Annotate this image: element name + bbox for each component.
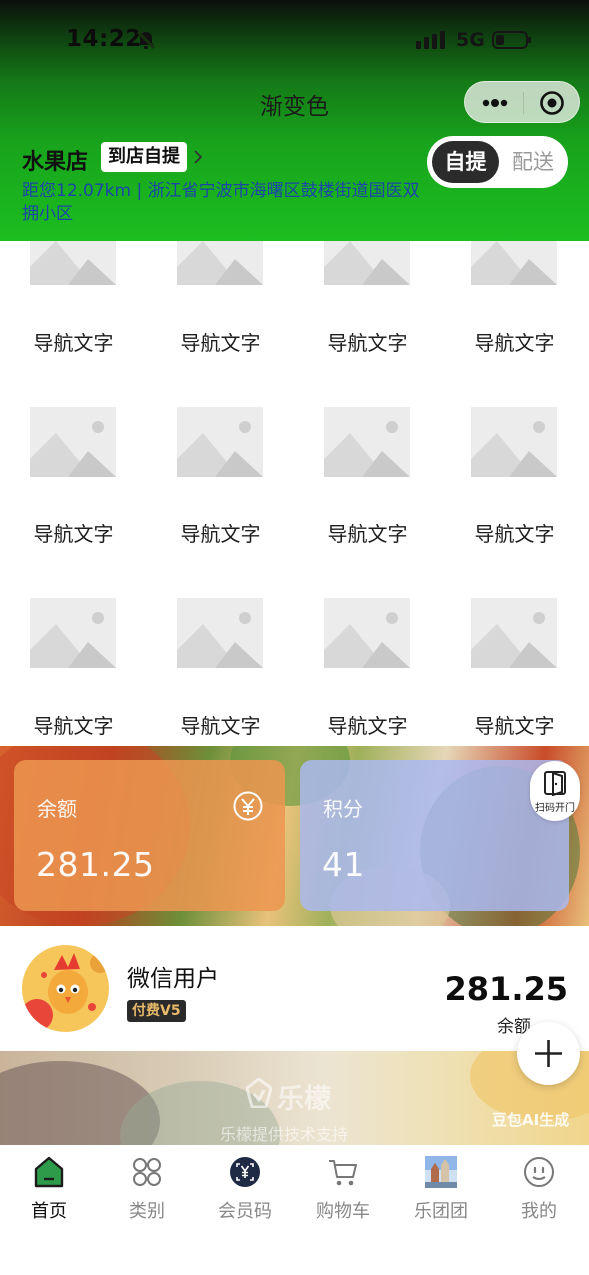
nav-grid-label: 导航文字 <box>180 714 261 738</box>
group-icon <box>425 1156 457 1188</box>
nav-grid-label: 导航文字 <box>33 714 114 738</box>
tab-label: 购物车 <box>316 1201 370 1222</box>
avatar-image <box>22 945 109 1032</box>
user-name[interactable]: 微信用户 <box>127 959 219 993</box>
vip-level-badge: 付费V5 <box>127 1000 186 1022</box>
home-icon <box>34 1156 64 1188</box>
tab-category[interactable]: 类别 <box>98 1145 196 1235</box>
image-placeholder-icon <box>471 598 557 668</box>
door-icon <box>544 771 566 796</box>
member-cards-banner: 余额 281.25 积分 41 <box>0 746 589 926</box>
store-name[interactable]: 水果店 <box>22 144 88 176</box>
mode-pickup[interactable]: 自提 <box>432 141 499 183</box>
tab-home[interactable]: 首页 <box>0 1145 98 1235</box>
pickup-badge[interactable]: 到店自提 <box>101 142 187 172</box>
tab-cart[interactable]: 购物车 <box>294 1145 392 1235</box>
member-code-icon <box>230 1157 260 1187</box>
tab-group[interactable]: 乐团团 <box>392 1145 490 1235</box>
user-balance-value[interactable]: 281.25 <box>445 970 568 1008</box>
image-placeholder-icon <box>324 598 410 668</box>
yen-icon <box>233 791 263 821</box>
tab-member-code[interactable]: 会员码 <box>196 1145 294 1235</box>
nav-grid-item[interactable]: 导航文字 <box>294 241 441 746</box>
mini-program-capsule <box>464 81 580 123</box>
nav-grid-item[interactable]: 导航文字 <box>147 241 294 746</box>
nav-grid-label: 导航文字 <box>327 714 408 738</box>
tab-label: 类别 <box>129 1201 165 1222</box>
image-placeholder-icon <box>30 598 116 668</box>
tab-label: 会员码 <box>218 1201 272 1222</box>
add-floating-button[interactable] <box>517 1022 580 1085</box>
scan-open-door-button[interactable]: 扫码开门 <box>530 761 580 821</box>
more-icon[interactable] <box>481 94 509 112</box>
nav-grid-item[interactable]: 导航文字 <box>0 241 147 746</box>
image-placeholder-icon <box>177 598 263 668</box>
delivery-mode-toggle[interactable]: 自提 配送 <box>427 136 568 188</box>
cart-icon <box>329 1160 357 1186</box>
bell-muted-icon <box>136 30 156 50</box>
chevron-right-icon[interactable] <box>193 150 203 164</box>
scan-open-door-label: 扫码开门 <box>535 803 575 814</box>
plus-icon <box>535 1040 562 1067</box>
user-info-row: 微信用户 付费V5 281.25 余额 <box>0 926 589 1051</box>
nav-grid-item[interactable]: 导航文字 <box>441 241 588 746</box>
network-label: 5G <box>456 29 485 51</box>
nav-grid: 导航文字 导航文字 导航文字 导航文字 导航文字 导航文字 导航文字 导航文字 导航文字 导航文字… <box>0 241 589 746</box>
points-card[interactable]: 积分 41 <box>300 760 569 911</box>
brand-logo: 乐檬 <box>246 1076 346 1115</box>
points-card-value: 41 <box>322 845 365 884</box>
close-target-icon[interactable] <box>539 90 565 116</box>
capsule-divider <box>523 92 524 114</box>
battery-icon <box>492 31 531 49</box>
ai-generated-label: 豆包AI生成 <box>492 1111 570 1129</box>
brand-support-text: 乐檬提供技术支持 <box>220 1125 349 1144</box>
profile-icon <box>524 1157 554 1187</box>
nav-grid-label: 导航文字 <box>474 714 555 738</box>
tab-label: 首页 <box>31 1201 67 1222</box>
lemon-logo-icon <box>246 1078 272 1108</box>
header: 14:22 5G 渐变色 水果店 到店自提 距您12.07km | 浙江省宁波市… <box>0 0 589 241</box>
avatar[interactable] <box>22 945 109 1032</box>
tab-label: 乐团团 <box>414 1201 468 1222</box>
balance-card-value: 281.25 <box>36 845 155 884</box>
tab-profile[interactable]: 我的 <box>490 1145 588 1235</box>
status-bar: 14:22 5G <box>0 0 589 80</box>
signal-icon <box>416 31 445 49</box>
tab-label: 我的 <box>521 1201 557 1222</box>
balance-card-title: 余额 <box>37 797 77 821</box>
mode-delivery[interactable]: 配送 <box>503 141 563 183</box>
footer-banner: 乐檬 乐檬提供技术支持 豆包AI生成 <box>0 1051 589 1145</box>
store-address[interactable]: 距您12.07km | 浙江省宁波市海曙区鼓楼街道国医双拥小区 <box>22 180 422 226</box>
tab-bar: 首页 类别 会员码 购物车 乐团团 我的 <box>0 1145 589 1275</box>
brand-name: 乐檬 <box>277 1084 331 1115</box>
category-icon <box>133 1158 161 1186</box>
balance-card[interactable]: 余额 281.25 <box>14 760 285 911</box>
points-card-title: 积分 <box>323 797 363 821</box>
status-time: 14:22 <box>66 26 142 52</box>
